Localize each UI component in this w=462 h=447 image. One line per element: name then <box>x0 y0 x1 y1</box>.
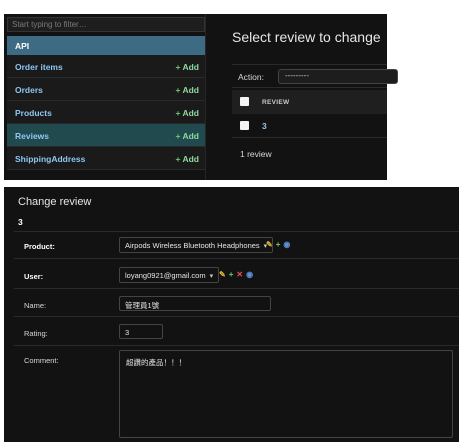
plus-icon[interactable]: + <box>229 270 234 279</box>
add-review-link[interactable]: + Add <box>175 131 199 141</box>
eye-icon[interactable]: ◉ <box>283 240 290 249</box>
table-header: REVIEW <box>232 90 387 114</box>
rating-label: Rating: <box>24 329 48 338</box>
product-related-actions: ✎ + ◉ <box>266 240 290 249</box>
actions-bar: Action: --------- <box>232 64 398 88</box>
pencil-icon[interactable]: ✎ <box>266 240 273 249</box>
app-header-api[interactable]: API <box>7 36 205 55</box>
table-row: 3 <box>232 114 387 138</box>
plus-icon: + <box>175 62 181 72</box>
comment-textarea[interactable]: 超讚的產品！！！ <box>119 350 453 438</box>
user-label: User: <box>24 272 44 281</box>
action-label: Action: <box>238 72 264 82</box>
close-icon[interactable]: ✕ <box>236 270 243 279</box>
sidebar-link-products[interactable]: Products <box>15 108 52 118</box>
result-count: 1 review <box>240 149 272 159</box>
name-row: Name: 管理員1號 <box>14 288 459 316</box>
rating-row: Rating: 3 <box>14 316 459 345</box>
object-heading: 3 <box>18 217 23 227</box>
select-all-checkbox[interactable] <box>240 97 249 106</box>
product-select[interactable]: Airpods Wireless Bluetooth Headphones ▾ <box>119 237 274 253</box>
sidebar-item-orders: Orders + Add <box>7 78 205 101</box>
sidebar-link-reviews[interactable]: Reviews <box>15 131 49 141</box>
add-order-item-link[interactable]: + Add <box>175 62 199 72</box>
name-label: Name: <box>24 301 47 310</box>
form-title: Change review <box>18 196 92 208</box>
sidebar-divider <box>205 14 206 180</box>
sidebar-item-shippingaddress: ShippingAddress + Add <box>7 147 205 170</box>
sidebar-link-orders[interactable]: Orders <box>15 85 43 95</box>
review-changelist-screen: API Order items + Add Orders + Add Produ… <box>4 14 398 180</box>
plus-icon: + <box>175 85 181 95</box>
sidebar-item-order-items: Order items + Add <box>7 55 205 78</box>
eye-icon[interactable]: ◉ <box>246 270 253 279</box>
rating-input[interactable]: 3 <box>119 324 163 339</box>
plus-icon: + <box>175 108 181 118</box>
product-row: Product: Airpods Wireless Bluetooth Head… <box>14 231 459 258</box>
comment-label: Comment: <box>24 356 59 365</box>
user-related-actions: ✎ + ✕ ◉ <box>219 270 253 279</box>
nav-sidebar: API Order items + Add Orders + Add Produ… <box>7 36 205 170</box>
sidebar-link-order-items[interactable]: Order items <box>15 62 63 72</box>
plus-icon: + <box>175 154 181 164</box>
page-title: Select review to change <box>232 29 381 45</box>
add-shippingaddress-link[interactable]: + Add <box>175 154 199 164</box>
sidebar-link-shippingaddress[interactable]: ShippingAddress <box>15 154 85 164</box>
sidebar-item-reviews: Reviews + Add <box>7 124 205 147</box>
plus-icon[interactable]: + <box>276 240 281 249</box>
nav-filter-input[interactable] <box>7 17 205 32</box>
product-label: Product: <box>24 242 55 251</box>
action-select[interactable]: --------- <box>278 69 398 84</box>
row-checkbox[interactable] <box>240 121 249 130</box>
column-header-review[interactable]: REVIEW <box>262 99 289 106</box>
review-link[interactable]: 3 <box>262 121 267 131</box>
add-order-link[interactable]: + Add <box>175 85 199 95</box>
add-product-link[interactable]: + Add <box>175 108 199 118</box>
name-input[interactable]: 管理員1號 <box>119 296 271 311</box>
user-select[interactable]: loyang0921@gmail.com ▾ <box>119 267 220 283</box>
sidebar-item-products: Products + Add <box>7 101 205 124</box>
review-change-form-screen: Change review 3 Product: Airpods Wireles… <box>4 187 459 442</box>
plus-icon: + <box>175 131 181 141</box>
chevron-down-icon: ▾ <box>209 273 214 280</box>
user-row: User: loyang0921@gmail.com ▾ ✎ + ✕ ◉ <box>14 258 459 288</box>
comment-row: Comment: 超讚的產品！！！ <box>14 345 459 442</box>
pencil-icon[interactable]: ✎ <box>219 270 226 279</box>
